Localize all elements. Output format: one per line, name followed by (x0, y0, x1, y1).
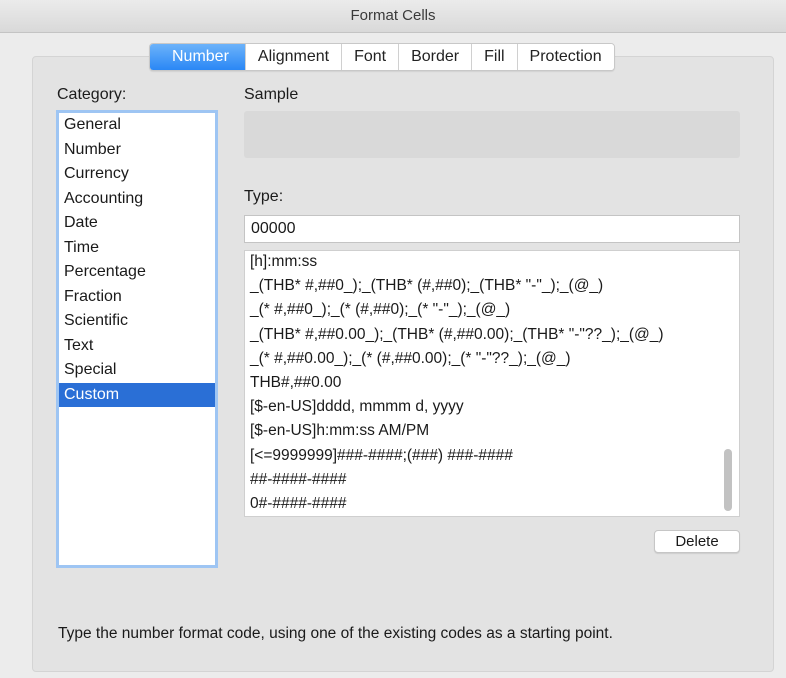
sample-preview (244, 111, 740, 158)
hint-text: Type the number format code, using one o… (58, 625, 613, 642)
category-item-currency[interactable]: Currency (59, 162, 215, 187)
category-item-time[interactable]: Time (59, 236, 215, 261)
category-item-special[interactable]: Special (59, 358, 215, 383)
format-code-item[interactable]: THB#,##0.00 (245, 372, 739, 396)
format-code-item[interactable]: [h]:mm:ss (245, 251, 739, 275)
window-title: Format Cells (0, 0, 786, 33)
type-label: Type: (244, 188, 284, 205)
category-item-general[interactable]: General (59, 113, 215, 138)
tab-font[interactable]: Font (341, 44, 399, 70)
category-list[interactable]: General Number Currency Accounting Date … (56, 110, 218, 568)
category-label: Category: (57, 86, 127, 103)
category-item-custom[interactable]: Custom (59, 382, 215, 407)
format-code-item[interactable]: ##-####-#### (245, 469, 739, 493)
category-item-number[interactable]: Number (59, 138, 215, 163)
delete-button[interactable]: Delete (654, 530, 740, 553)
tab-bar: Number Alignment Font Border Fill Protec… (149, 43, 615, 71)
sample-label: Sample (244, 86, 299, 103)
format-code-item[interactable]: _(THB* #,##0_);_(THB* (#,##0);_(THB* "-"… (245, 275, 739, 299)
tab-number[interactable]: Number (150, 44, 245, 70)
format-code-item[interactable]: _(* #,##0_);_(* (#,##0);_(* "-"_);_(@_) (245, 299, 739, 323)
category-item-text[interactable]: Text (59, 334, 215, 359)
tab-protection[interactable]: Protection (516, 44, 614, 70)
category-item-percentage[interactable]: Percentage (59, 260, 215, 285)
format-code-item[interactable]: _(THB* #,##0.00_);_(THB* (#,##0.00);_(TH… (245, 324, 739, 348)
format-code-item[interactable]: [<=9999999]###-####;(###) ###-#### (245, 445, 739, 469)
tab-alignment[interactable]: Alignment (244, 44, 342, 70)
format-code-item[interactable]: [$-en-US]h:mm:ss AM/PM (245, 420, 739, 444)
code-list-scrollbar[interactable] (724, 449, 732, 511)
format-code-list[interactable]: [h]:mm:ss _(THB* #,##0_);_(THB* (#,##0);… (244, 250, 740, 517)
tab-fill[interactable]: Fill (471, 44, 517, 70)
format-code-item[interactable]: [$-en-US]dddd, mmmm d, yyyy (245, 396, 739, 420)
type-format-input[interactable] (244, 215, 740, 243)
format-code-item[interactable]: 0#-####-#### (245, 493, 739, 516)
category-item-accounting[interactable]: Accounting (59, 187, 215, 212)
format-code-item[interactable]: _(* #,##0.00_);_(* (#,##0.00);_(* "-"??_… (245, 348, 739, 372)
category-item-date[interactable]: Date (59, 211, 215, 236)
category-item-fraction[interactable]: Fraction (59, 285, 215, 310)
category-item-scientific[interactable]: Scientific (59, 309, 215, 334)
tab-border[interactable]: Border (398, 44, 472, 70)
